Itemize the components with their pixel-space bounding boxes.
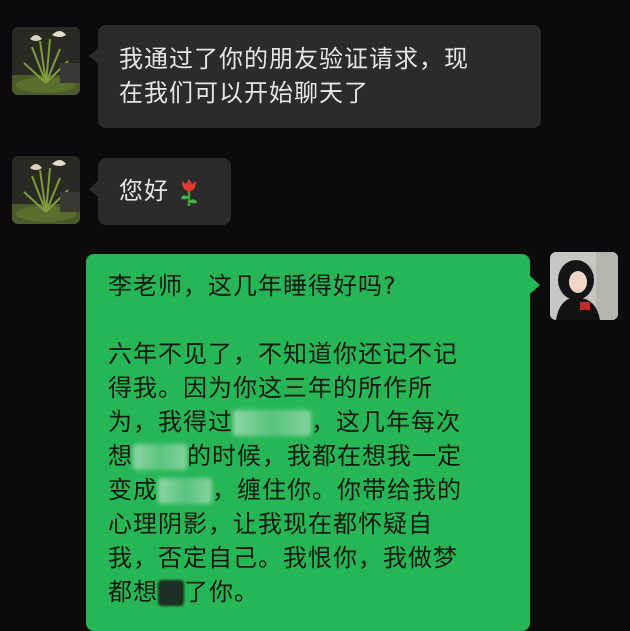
message-text-segment: 为，我得过 [108, 408, 233, 436]
received-message-bubble[interactable]: 您好 [89, 158, 231, 225]
contact-avatar[interactable] [12, 27, 80, 95]
message-text-segment: 了你。 [184, 578, 259, 606]
message-text-segment: ，缠住你。你带给我的 [212, 476, 462, 504]
redacted-blur [158, 580, 184, 606]
message-text-line: 六年不见了，不知道你还记不记 [108, 340, 458, 368]
message-text-segment: ，这几年每次 [311, 408, 461, 436]
rose-emoji-icon [180, 179, 197, 206]
sent-message-bubble[interactable]: 李老师，这几年睡得好吗? 六年不见了，不知道你还记不记 得我。因为你这三年的所作… [86, 254, 540, 631]
grass-plant-avatar-icon [12, 27, 80, 95]
redacted-blur [158, 478, 212, 504]
message-text-line: 在我们可以开始聊天了 [119, 79, 369, 107]
received-message-bubble[interactable]: 我通过了你的朋友验证请求，现 在我们可以开始聊天了 [89, 25, 541, 128]
message-text-line: 变成 ，缠住你。你带给我的 [108, 473, 530, 507]
message-text-segment: 想 [108, 442, 133, 470]
message-text: 您好 [119, 177, 169, 205]
message-text-segment: 的时候，我都在想我一定 [187, 442, 462, 470]
message-text-line: 为，我得过 ，这几年每次 [108, 405, 530, 439]
message-text-line: 李老师，这几年睡得好吗? [108, 272, 397, 300]
message-text-line: 得我。因为你这三年的所作所 [108, 374, 433, 402]
message-text-segment: 变成 [108, 476, 158, 504]
message-text-line: 都想 了你。 [108, 575, 530, 609]
message-text-line: 我，否定自己。我恨你，我做梦 [108, 544, 458, 572]
message-text-line: 想 的时候，我都在想我一定 [108, 439, 530, 473]
message-text-segment: 都想 [108, 578, 158, 606]
person-photo-avatar-icon [550, 252, 618, 320]
grass-plant-avatar-icon [12, 156, 80, 224]
my-avatar[interactable] [550, 252, 618, 320]
contact-avatar[interactable] [12, 156, 80, 224]
message-text-line: 心理阴影，让我现在都怀疑自 [108, 510, 433, 538]
message-text-line: 我通过了你的朋友验证请求，现 [119, 45, 469, 73]
redacted-blur [133, 444, 187, 470]
redacted-blur [233, 410, 311, 436]
